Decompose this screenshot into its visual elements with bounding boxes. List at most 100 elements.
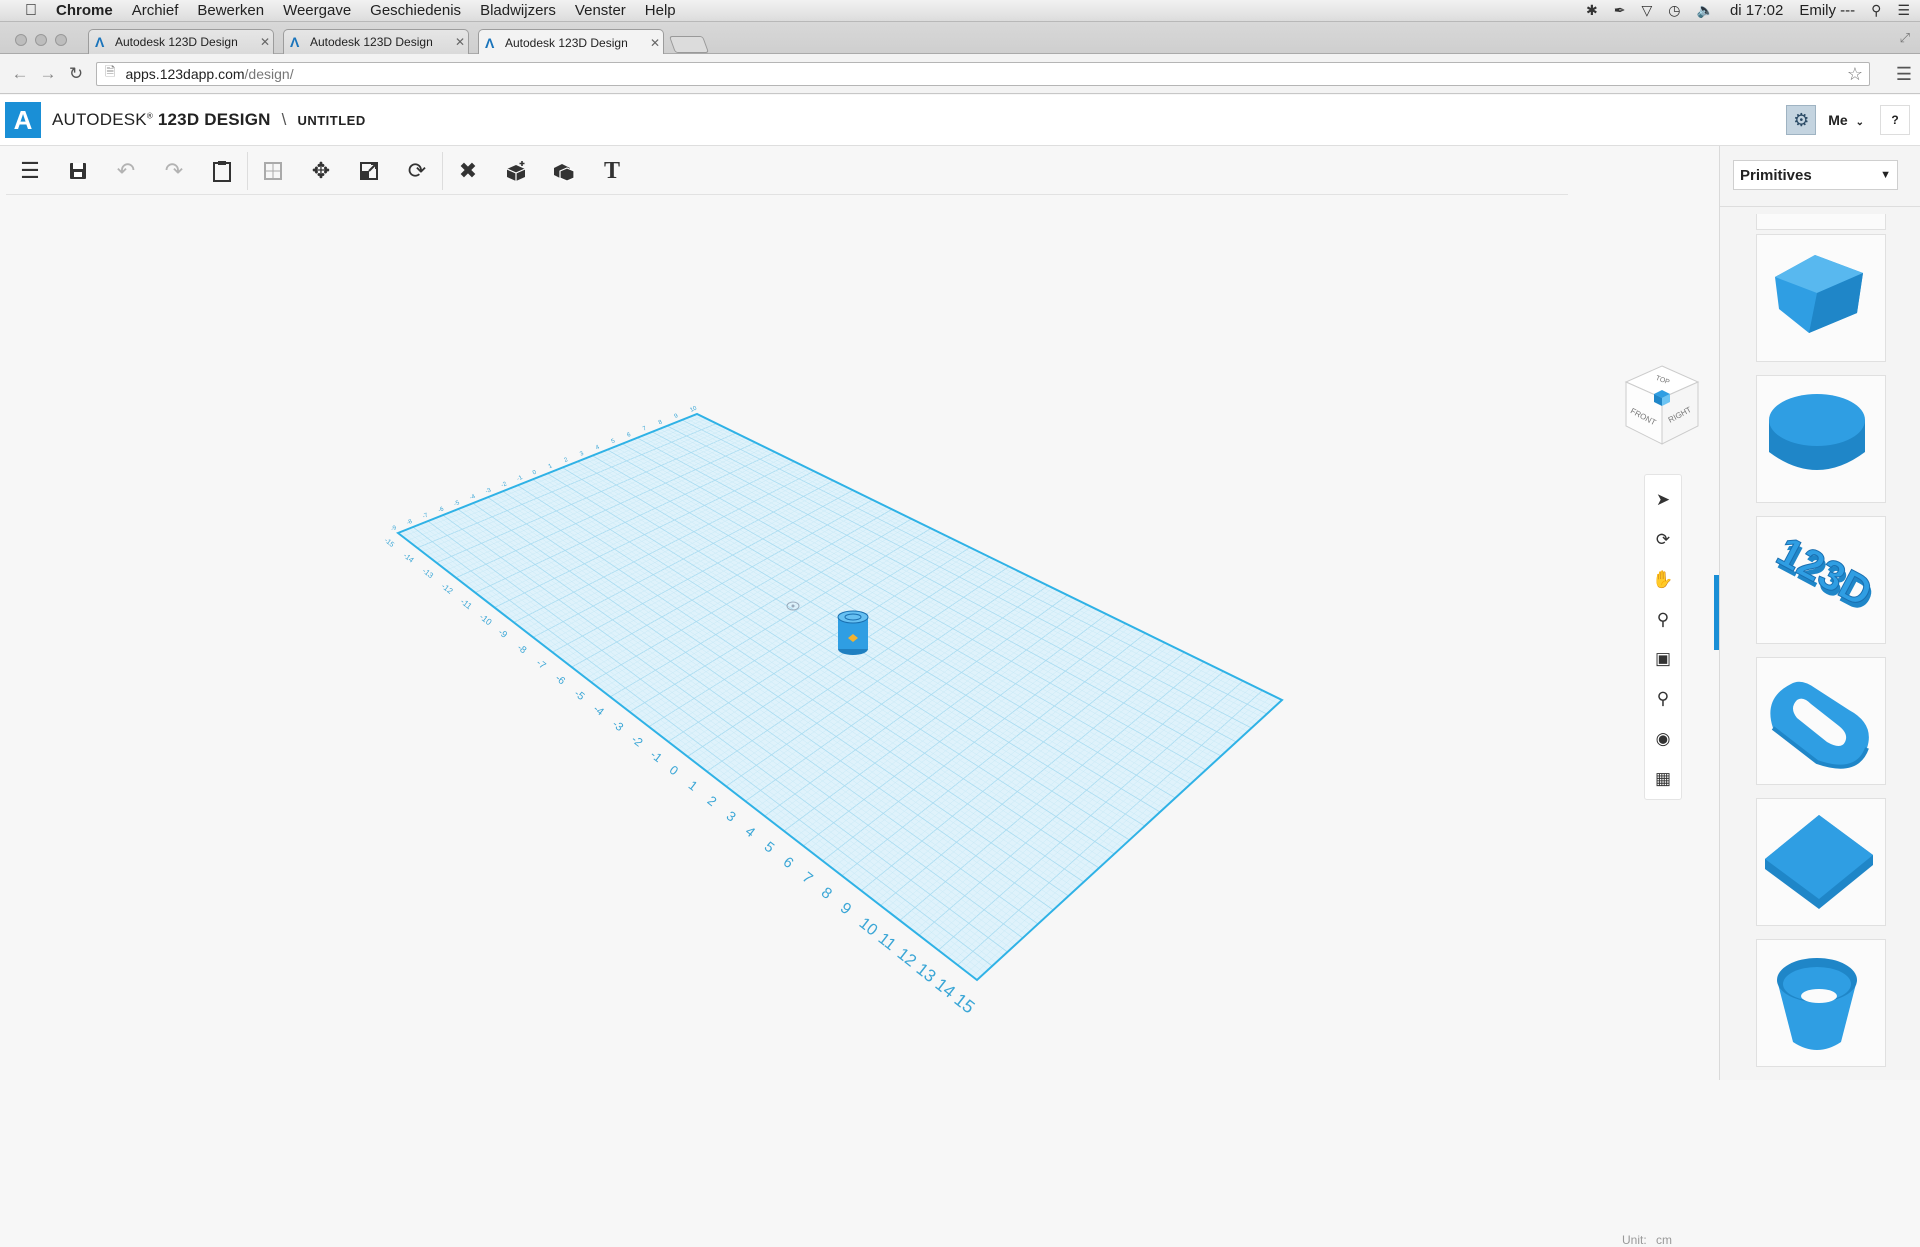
left-axis-label: 4 xyxy=(595,444,601,451)
3d-viewport[interactable]: -15 -14 -13 -12 -11 -10 -9 -8 -7 -6 -5 -4 -3 -2 -1 0 1 2 3… xyxy=(4,196,1718,1247)
left-axis-label: -2 xyxy=(500,481,508,489)
document-name[interactable]: UNTITLED xyxy=(297,113,365,128)
browser-tab-2[interactable]: Λ Autodesk 123D Design ✕ xyxy=(283,29,469,54)
left-axis-label: 10 xyxy=(689,405,698,414)
user-name[interactable]: Emily --- xyxy=(1799,2,1855,19)
window-minimize-button[interactable] xyxy=(35,34,47,46)
menu-geschiedenis[interactable]: Geschiedenis xyxy=(370,2,461,19)
autodesk-logo[interactable]: A xyxy=(5,102,41,138)
redo-icon[interactable]: ↷ xyxy=(150,151,198,191)
combine-icon[interactable] xyxy=(540,151,588,191)
undo-icon[interactable]: ↶ xyxy=(102,151,150,191)
menu-venster[interactable]: Venster xyxy=(575,2,626,19)
refresh-icon[interactable]: ⟳ xyxy=(393,151,441,191)
shape-tile-hollow-cone[interactable] xyxy=(1756,939,1886,1067)
volume-icon[interactable]: 🔈 xyxy=(1697,2,1714,19)
fit-view-icon[interactable]: ▣ xyxy=(1646,640,1680,680)
reload-icon[interactable]: ↻ xyxy=(66,64,86,84)
bluetooth-sync-icon[interactable]: ✱ xyxy=(1586,2,1598,19)
clock[interactable]: di 17:02 xyxy=(1730,2,1783,19)
orbit-icon[interactable]: ⟳ xyxy=(1646,520,1680,560)
menu-chrome[interactable]: Chrome xyxy=(56,2,113,19)
shape-tile-cylinder[interactable] xyxy=(1756,375,1886,503)
zoom-icon[interactable]: ⚲ xyxy=(1646,600,1680,640)
brand-autodesk: AUTODESK xyxy=(52,110,147,129)
zoom-selected-icon[interactable]: ⚲ xyxy=(1646,679,1680,719)
menu-weergave[interactable]: Weergave xyxy=(283,2,351,19)
front-axis-label: 9 xyxy=(837,900,855,919)
library-selected: Primitives xyxy=(1740,166,1812,184)
autodesk-favicon-icon: Λ xyxy=(95,34,105,50)
work-grid[interactable]: -15-14-13-12-11-10-9-8-7-6-5-4-3-2-10123… xyxy=(4,196,1718,1080)
front-axis-label: -14 xyxy=(402,551,416,565)
url-host: apps.123dapp.com xyxy=(125,66,245,82)
help-button[interactable]: ? xyxy=(1880,105,1910,135)
app-title: AUTODESK® 123D DESIGN \ UNTITLED xyxy=(52,110,366,130)
browser-tab-1[interactable]: Λ Autodesk 123D Design ✕ xyxy=(88,29,274,54)
clipboard-icon[interactable] xyxy=(198,151,246,191)
tab-title: Autodesk 123D Design xyxy=(505,35,628,50)
move-icon[interactable]: ✥ xyxy=(297,151,345,191)
notification-list-icon[interactable]: ☰ xyxy=(1897,2,1910,19)
window-zoom-button[interactable] xyxy=(55,34,67,46)
browser-toolbar: ← → ↻ 🗎 apps.123dapp.com /design/ ☆ ☰ xyxy=(0,54,1920,94)
text-icon[interactable]: T xyxy=(588,151,636,191)
address-bar[interactable]: 🗎 apps.123dapp.com /design/ ☆ xyxy=(96,62,1870,86)
primitive-box-icon[interactable] xyxy=(492,151,540,191)
unit-value[interactable]: cm xyxy=(1656,1233,1672,1247)
pen-icon[interactable]: ✒ xyxy=(1614,2,1626,19)
modify-icon[interactable]: ✖ xyxy=(444,151,492,191)
menu-bewerken[interactable]: Bewerken xyxy=(197,2,264,19)
save-icon[interactable] xyxy=(54,151,102,191)
tab-close-icon[interactable]: ✕ xyxy=(257,35,273,49)
chrome-menu-icon[interactable]: ☰ xyxy=(1896,64,1912,85)
new-tab-button[interactable] xyxy=(668,36,710,53)
pan-hand-icon[interactable]: ✋ xyxy=(1646,560,1680,600)
fullscreen-icon[interactable]: ⤢ xyxy=(1900,30,1910,46)
select-box-icon[interactable] xyxy=(249,151,297,191)
window-close-button[interactable] xyxy=(15,34,27,46)
apple-menu-icon[interactable]:  xyxy=(20,2,42,20)
shape-tile-torus[interactable] xyxy=(1756,657,1886,785)
back-arrow-icon[interactable]: ← xyxy=(10,64,30,84)
menu-bladwijzers[interactable]: Bladwijzers xyxy=(480,2,556,19)
tab-close-icon[interactable]: ✕ xyxy=(647,36,663,50)
browser-tab-3-active[interactable]: Λ Autodesk 123D Design ✕ xyxy=(478,29,664,55)
tab-title: Autodesk 123D Design xyxy=(310,35,433,49)
left-axis-label: -5 xyxy=(453,500,461,508)
wifi-icon[interactable]: ▽ xyxy=(1642,2,1653,19)
left-axis-label: 6 xyxy=(626,432,632,439)
visibility-eye-icon[interactable]: ◉ xyxy=(1646,719,1680,759)
bookmark-star-icon[interactable]: ☆ xyxy=(1847,64,1863,85)
shape-tile-partial[interactable] xyxy=(1756,214,1886,230)
menu-icon[interactable]: ☰ xyxy=(6,151,54,191)
library-dropdown[interactable]: Primitives ▼ xyxy=(1733,160,1898,190)
front-axis-label: -6 xyxy=(553,673,567,687)
spotlight-search-icon[interactable]: ⚲ xyxy=(1871,2,1881,19)
time-machine-icon[interactable]: ◷ xyxy=(1668,2,1680,19)
avatar[interactable]: ⚙ xyxy=(1786,105,1817,135)
shape-tile-flat-box[interactable] xyxy=(1756,798,1886,926)
flat-box-shape-icon xyxy=(1765,815,1873,909)
menu-help[interactable]: Help xyxy=(645,2,676,19)
user-menu-label: Me xyxy=(1828,112,1848,128)
left-axis-label: 9 xyxy=(674,413,680,420)
left-axis-label: -9 xyxy=(390,525,398,533)
cylinder-object[interactable] xyxy=(837,610,869,655)
left-axis-label: -1 xyxy=(516,475,524,483)
menu-archief[interactable]: Archief xyxy=(132,2,179,19)
brand-123d: 123D xyxy=(157,110,200,129)
tab-title: Autodesk 123D Design xyxy=(115,35,238,49)
material-icon[interactable]: ▦ xyxy=(1646,759,1680,799)
front-axis-label: 11 xyxy=(875,930,900,955)
select-arrow-icon[interactable]: ➤ xyxy=(1646,480,1680,520)
tab-close-icon[interactable]: ✕ xyxy=(452,35,468,49)
forward-arrow-icon[interactable]: → xyxy=(38,64,58,84)
shape-tile-box[interactable] xyxy=(1756,234,1886,362)
view-cube[interactable]: TOP FRONT RIGHT xyxy=(1624,364,1700,446)
left-axis-label: 3 xyxy=(579,451,585,458)
scale-icon[interactable] xyxy=(345,151,393,191)
front-axis-label: -8 xyxy=(515,642,528,656)
user-menu[interactable]: Me ⌄ xyxy=(1828,112,1864,128)
shape-tile-3d-text[interactable]: 123D 123D xyxy=(1756,516,1886,644)
